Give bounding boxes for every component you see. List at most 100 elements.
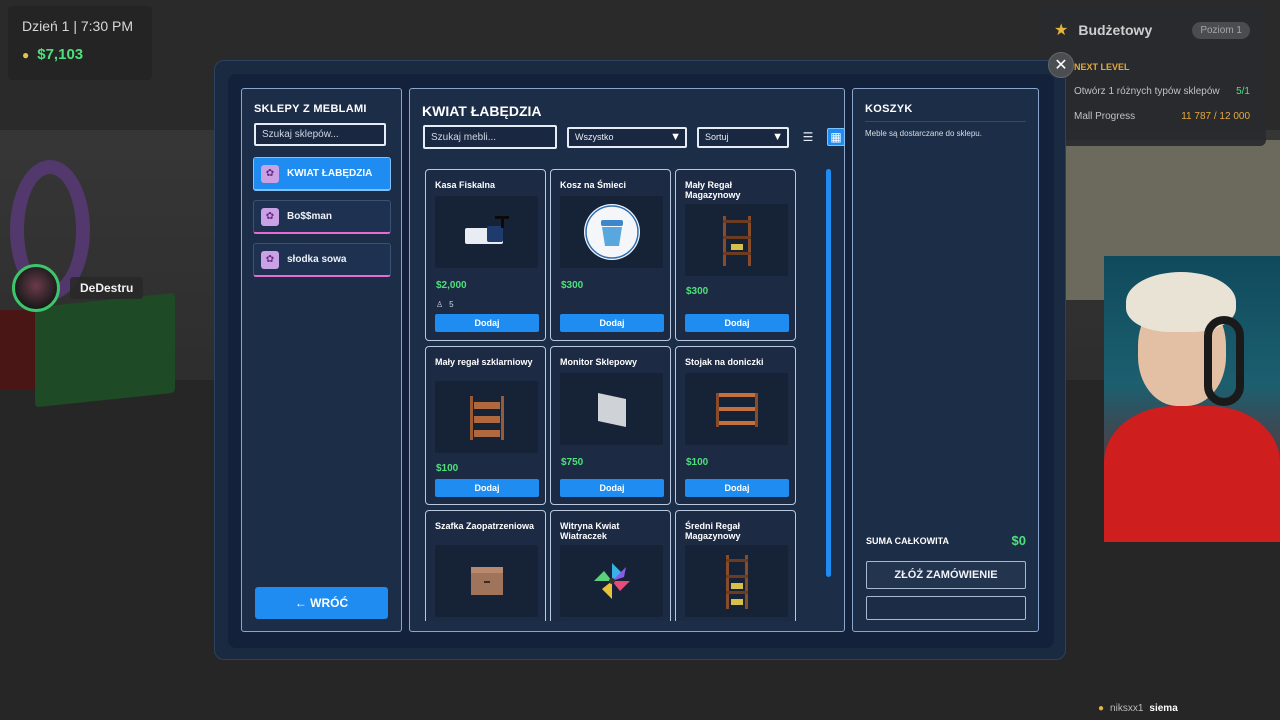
- list-view-button[interactable]: ☰: [799, 128, 817, 146]
- medium-shelf-icon: [685, 545, 788, 617]
- furniture-search-input[interactable]: [423, 125, 557, 149]
- shop-item-label: KWIAT ŁABĘDZIA: [287, 168, 373, 179]
- secondary-cart-button[interactable]: [866, 596, 1026, 620]
- money-display: ● $7,103: [22, 46, 138, 63]
- cart-title: KOSZYK: [865, 103, 913, 115]
- supply-cabinet-icon: [435, 545, 538, 617]
- product-card: Szafka Zaopatrzeniowa: [425, 510, 546, 621]
- goal-row: Otwórz 1 różnych typów sklepów 5/1: [1054, 86, 1250, 97]
- sort-value: Sortuj: [705, 132, 729, 142]
- chat-message: ● niksxx1 siema: [1098, 703, 1178, 714]
- product-card: Średni Regał Magazynowy: [675, 510, 796, 621]
- shops-title: SKLEPY Z MEBLAMI: [254, 103, 367, 115]
- shop-logo-icon: ✿: [261, 164, 279, 183]
- dropdown-arrow-icon: ▼: [772, 131, 783, 143]
- pinwheel-icon: [560, 545, 663, 617]
- place-order-button[interactable]: ZŁÓŻ ZAMÓWIENIE: [866, 561, 1026, 589]
- product-card: Witryna Kwiat Wiatraczek: [550, 510, 671, 621]
- product-price: $750: [561, 457, 584, 468]
- product-card: Monitor Sklepowy $750 Dodaj: [550, 346, 671, 505]
- shop-item-label: Bo$$man: [287, 211, 333, 222]
- product-card: Kosz na Śmieci $300 Dodaj: [550, 169, 671, 341]
- shop-item-kwiat-labedzia[interactable]: ✿ KWIAT ŁABĘDZIA: [253, 157, 391, 191]
- chat-badge-icon: ●: [1098, 703, 1105, 714]
- day-time-label: Dzień 1 | 7:30 PM: [22, 18, 134, 34]
- monitor-icon: [560, 373, 663, 445]
- greenhouse-shelf-icon: [435, 381, 538, 453]
- grid-icon: ▦: [830, 130, 842, 144]
- level-badge: Poziom 1: [1192, 21, 1250, 39]
- catalog-panel: KWIAT ŁABĘDZIA Wszystko ▼ Sortuj ▼ ☰ ▦ K…: [409, 88, 845, 632]
- shop-item-slodka-sowa[interactable]: ✿ słodka sowa: [253, 243, 391, 277]
- product-price: $100: [436, 463, 459, 474]
- money-value: $7,103: [37, 46, 84, 63]
- product-card: Stojak na doniczki $100 Dodaj: [675, 346, 796, 505]
- catalog-toolbar: Wszystko ▼ Sortuj ▼ ☰ ▦: [423, 125, 845, 149]
- product-name: Mały Regał Magazynowy: [685, 180, 741, 200]
- product-card: Mały regał szklarniowy $100 Dodaj: [425, 346, 546, 505]
- product-price: $2,000: [436, 280, 467, 291]
- cart-total: SUMA CAŁKOWITA $0: [866, 533, 1026, 548]
- add-button[interactable]: Dodaj: [560, 479, 664, 497]
- headphones-icon: [1204, 316, 1244, 406]
- add-button[interactable]: Dodaj: [560, 314, 664, 332]
- next-level-label: NEXT LEVEL: [1074, 62, 1130, 72]
- catalog-scrollbar[interactable]: [826, 169, 831, 577]
- shop-logo-icon: ✿: [261, 207, 279, 226]
- total-label: SUMA CAŁKOWITA: [866, 535, 949, 546]
- chat-text: siema: [1149, 703, 1178, 714]
- trash-bin-icon: [560, 196, 663, 268]
- shop-item-label: słodka sowa: [287, 254, 347, 265]
- avatar: [12, 264, 60, 312]
- dropdown-arrow-icon: ▼: [670, 131, 681, 143]
- sort-select[interactable]: Sortuj ▼: [697, 126, 789, 148]
- goal-row: Mall Progress 11 787 / 12 000: [1054, 111, 1250, 122]
- goal-value: 11 787 / 12 000: [1181, 111, 1250, 122]
- product-card: Mały Regał Magazynowy $300 Dodaj: [675, 169, 796, 341]
- level-title: Budżetowy: [1078, 22, 1153, 38]
- product-price: $100: [686, 457, 709, 468]
- cash-register-icon: [435, 196, 538, 268]
- back-button[interactable]: ← WRÓĆ: [255, 587, 388, 619]
- webcam-hoodie: [1104, 406, 1280, 542]
- goal-label: Otwórz 1 różnych typów sklepów: [1074, 86, 1220, 97]
- shop-search-input[interactable]: [254, 123, 386, 146]
- product-name: Szafka Zaopatrzeniowa: [435, 521, 535, 531]
- add-button[interactable]: Dodaj: [435, 314, 539, 332]
- grid-view-button[interactable]: ▦: [827, 128, 845, 146]
- day-money-hud: Dzień 1 | 7:30 PM ● $7,103: [8, 6, 152, 80]
- product-stock: ♙ 5: [436, 300, 454, 309]
- goal-label: Mall Progress: [1074, 111, 1136, 122]
- total-value: $0: [1011, 533, 1026, 548]
- pot-stand-icon: [685, 373, 788, 445]
- cart-panel: KOSZYK Meble są dostarczane do sklepu. S…: [852, 88, 1039, 632]
- add-button[interactable]: Dodaj: [685, 479, 789, 497]
- level-panel: ★ Budżetowy Poziom 1 NEXT LEVEL Otwórz 1…: [1038, 6, 1266, 146]
- money-bag-icon: ●: [22, 47, 30, 62]
- add-button[interactable]: Dodaj: [435, 479, 539, 497]
- product-name: Mały regał szklarniowy: [435, 357, 533, 367]
- level-header: ★ Budżetowy Poziom 1: [1054, 20, 1250, 40]
- star-icon: ★: [1054, 22, 1069, 39]
- player-tag: DeDestru: [12, 264, 144, 312]
- cart-note: Meble są dostarczane do sklepu.: [865, 129, 982, 138]
- close-button[interactable]: ✕: [1048, 52, 1074, 78]
- filter-value: Wszystko: [575, 132, 614, 142]
- product-price: $300: [561, 280, 584, 291]
- close-icon: ✕: [1054, 57, 1068, 74]
- stock-count: 5: [449, 300, 454, 309]
- chat-user: niksxx1: [1110, 703, 1144, 714]
- stock-icon: ♙: [436, 300, 444, 309]
- add-button[interactable]: Dodaj: [685, 314, 789, 332]
- list-icon: ☰: [802, 130, 814, 144]
- goal-value: 5/1: [1236, 86, 1250, 97]
- category-filter-select[interactable]: Wszystko ▼: [567, 126, 687, 148]
- shops-panel: SKLEPY Z MEBLAMI ✿ KWIAT ŁABĘDZIA ✿ Bo$$…: [241, 88, 402, 632]
- product-name: Średni Regał Magazynowy: [685, 521, 741, 541]
- shop-logo-icon: ✿: [261, 250, 279, 269]
- divider: [865, 121, 1026, 122]
- product-name: Witryna Kwiat Wiatraczek: [560, 521, 620, 541]
- shop-item-bossman[interactable]: ✿ Bo$$man: [253, 200, 391, 234]
- player-name: DeDestru: [70, 277, 144, 299]
- webcam-overlay: [1104, 256, 1280, 542]
